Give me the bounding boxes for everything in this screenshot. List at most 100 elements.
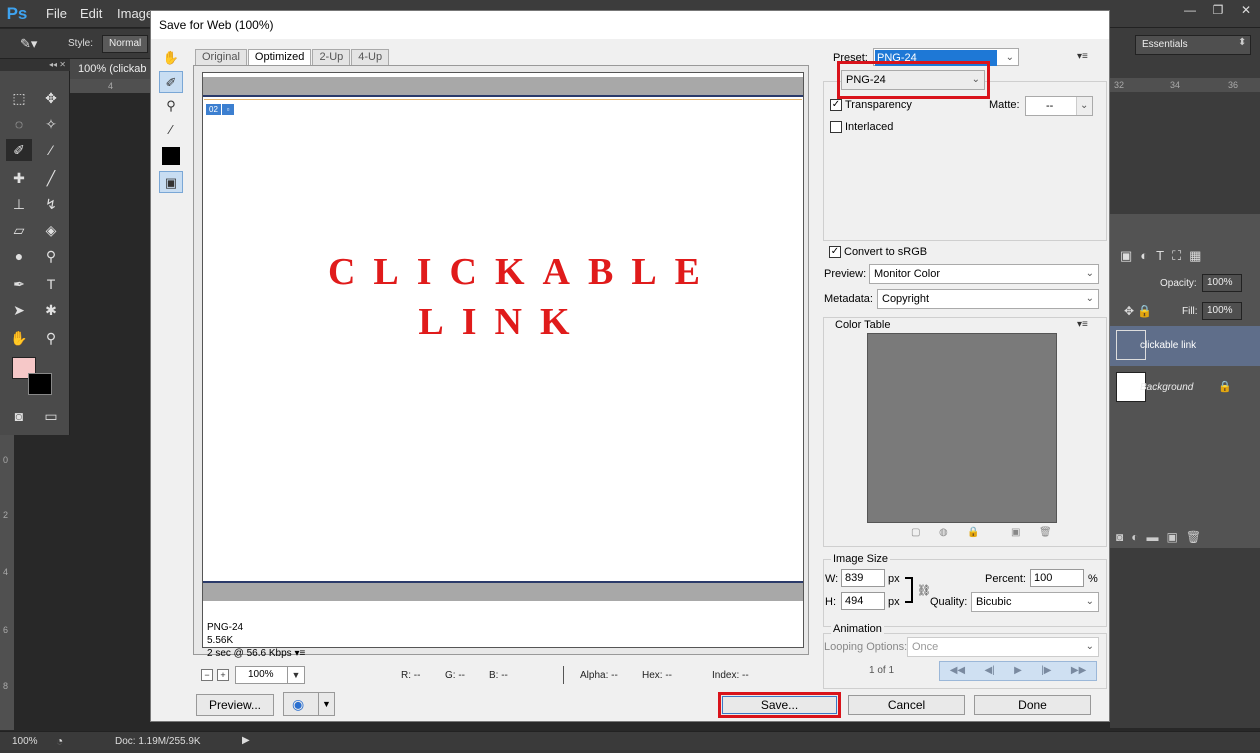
browser-preview-button[interactable]: ◉ ▼ bbox=[283, 692, 335, 716]
preview-button[interactable]: Preview... bbox=[196, 694, 274, 716]
zoom-tool-icon[interactable]: ⚲ bbox=[38, 327, 64, 349]
stamp-tool-icon[interactable]: ⊥ bbox=[6, 193, 32, 215]
zoom-tool-icon[interactable]: ⚲ bbox=[159, 95, 183, 117]
last-frame-icon[interactable]: ▶▶ bbox=[1071, 662, 1086, 680]
type-tool-icon[interactable]: T bbox=[38, 273, 64, 295]
menu-file[interactable]: File bbox=[46, 6, 67, 21]
delete-color-icon[interactable]: 🗑 bbox=[1039, 528, 1052, 538]
image-text-line2: LINK bbox=[418, 301, 588, 343]
zoom-in-button[interactable]: + bbox=[217, 669, 229, 681]
zoom-out-button[interactable]: − bbox=[201, 669, 213, 681]
brush-icon[interactable]: ╱ bbox=[38, 167, 64, 189]
cancel-button[interactable]: Cancel bbox=[848, 695, 965, 715]
lock-icons[interactable]: ✥ 🔒 bbox=[1124, 304, 1152, 318]
lock-color-icon[interactable]: 🔒 bbox=[967, 528, 979, 538]
workspace-select[interactable]: Essentials bbox=[1135, 35, 1251, 55]
dodge-tool-icon[interactable]: ⚲ bbox=[38, 245, 64, 267]
matte-select[interactable]: -- ⌄ bbox=[1025, 96, 1093, 116]
interlaced-checkbox[interactable] bbox=[830, 121, 842, 133]
width-unit: px bbox=[888, 573, 900, 585]
screen-mode-icon[interactable]: ▭ bbox=[38, 405, 64, 427]
layer-filter-icons[interactable]: ▣◐T⛶▦ bbox=[1120, 248, 1209, 264]
brush-tool-icon[interactable]: ✎▾ bbox=[20, 36, 37, 52]
layer-name: clickable link bbox=[1140, 340, 1197, 351]
chevron-down-icon[interactable]: ▼ bbox=[318, 693, 334, 715]
color-table-swatches[interactable] bbox=[867, 333, 1057, 523]
quick-select-icon[interactable]: ✧ bbox=[38, 113, 64, 135]
lasso-tool-icon[interactable]: ◌ bbox=[6, 113, 32, 135]
chain-link-icon[interactable]: ⛓ bbox=[917, 584, 931, 597]
style-select[interactable]: Normal bbox=[102, 35, 148, 53]
path-select-icon[interactable]: ➤ bbox=[6, 299, 32, 321]
done-button[interactable]: Done bbox=[974, 695, 1091, 715]
slice-select-tool-icon[interactable]: ✐ bbox=[159, 71, 183, 93]
tab-4-up[interactable]: 4-Up bbox=[351, 49, 390, 65]
tab-optimized[interactable]: Optimized bbox=[247, 49, 312, 65]
play-icon[interactable]: ▶ bbox=[1014, 662, 1022, 680]
map-color-icon[interactable]: ▢ bbox=[911, 528, 921, 538]
layer-row-background[interactable]: Background 🔒 bbox=[1110, 368, 1260, 408]
slice-tool-icon[interactable]: ✐ bbox=[6, 139, 32, 161]
healing-tool-icon[interactable]: ✚ bbox=[6, 167, 32, 189]
fill-field[interactable]: 100% bbox=[1202, 302, 1242, 320]
web-snap-icon[interactable]: ◍ bbox=[939, 528, 949, 538]
pen-tool-icon[interactable]: ✒ bbox=[6, 273, 32, 295]
slice-link-icon: ▫ bbox=[222, 104, 234, 115]
percent-label: Percent: bbox=[985, 573, 1026, 585]
eyedropper-tool-icon[interactable]: ⁄ bbox=[159, 119, 183, 141]
transparency-checkbox[interactable]: ✓ bbox=[830, 99, 842, 111]
eyedropper-color-swatch[interactable] bbox=[159, 147, 183, 169]
width-input[interactable]: 839 bbox=[841, 569, 885, 587]
new-color-icon[interactable]: ▣ bbox=[1011, 528, 1021, 538]
convert-srgb-label: Convert to sRGB bbox=[844, 246, 928, 258]
chevron-down-icon: ⌄ bbox=[1005, 52, 1014, 63]
height-input[interactable]: 494 bbox=[841, 592, 885, 610]
image-canvas[interactable]: 02 ▫ CLICKABLE LINK bbox=[204, 99, 802, 583]
eraser-tool-icon[interactable]: ▱ bbox=[6, 219, 32, 241]
close-icon[interactable]: ✕ bbox=[1232, 0, 1260, 20]
chevron-down-icon[interactable]: ▼ bbox=[287, 667, 304, 683]
save-button[interactable]: Save... bbox=[718, 692, 841, 718]
ruler-tick-label: 8 bbox=[3, 681, 9, 691]
blur-tool-icon[interactable]: ● bbox=[6, 245, 32, 267]
status-zoom[interactable]: 100% bbox=[12, 736, 38, 747]
marquee-tool-icon[interactable]: ⬚ bbox=[6, 87, 32, 109]
convert-srgb-checkbox[interactable]: ✓ bbox=[829, 246, 841, 258]
ruler-tick-label: 4 bbox=[108, 81, 114, 91]
status-menu-arrow-icon[interactable]: ▶ bbox=[242, 735, 250, 746]
first-frame-icon[interactable]: ◀◀ bbox=[950, 662, 965, 680]
layer-row-clickable-link[interactable]: clickable link bbox=[1110, 326, 1260, 366]
menu-edit[interactable]: Edit bbox=[80, 6, 102, 21]
history-brush-icon[interactable]: ↯ bbox=[38, 193, 64, 215]
opacity-field[interactable]: 100% bbox=[1202, 274, 1242, 292]
prev-frame-icon[interactable]: ◀| bbox=[984, 662, 994, 680]
format-select[interactable]: PNG-24 ⌄ bbox=[841, 70, 985, 90]
restore-icon[interactable]: ❐ bbox=[1204, 0, 1232, 20]
metadata-select[interactable]: Copyright ⌄ bbox=[877, 289, 1099, 309]
hand-tool-icon[interactable]: ✋ bbox=[6, 327, 32, 349]
layer-action-icons[interactable]: ◙◐▬▣🗑 bbox=[1116, 530, 1209, 544]
looping-select[interactable]: Once ⌄ bbox=[907, 637, 1099, 657]
background-color-swatch[interactable] bbox=[28, 373, 52, 395]
menu-image[interactable]: Image bbox=[117, 6, 153, 21]
toggle-slices-icon[interactable]: ▣ bbox=[159, 171, 183, 193]
tab-original[interactable]: Original bbox=[195, 49, 247, 65]
document-tab[interactable]: 100% (clickab bbox=[70, 59, 160, 79]
eyedropper-tool-icon[interactable]: ⁄ bbox=[38, 139, 64, 161]
color-table-menu-icon[interactable]: ▾≡ bbox=[1077, 319, 1088, 330]
quick-mask-icon[interactable]: ◙ bbox=[6, 405, 32, 427]
paint-bucket-icon[interactable]: ◈ bbox=[38, 219, 64, 241]
preview-select[interactable]: Monitor Color ⌄ bbox=[869, 264, 1099, 284]
menu-icon[interactable]: ▾≡ bbox=[294, 648, 305, 659]
next-frame-icon[interactable]: |▶ bbox=[1041, 662, 1051, 680]
image-preview-pane[interactable]: 02 ▫ CLICKABLE LINK PNG-24 5.56K 2 sec @… bbox=[202, 72, 804, 659]
right-ruler: 32 34 36 bbox=[1110, 78, 1260, 92]
minimize-icon[interactable]: — bbox=[1176, 0, 1204, 20]
hand-tool-icon[interactable]: ✋ bbox=[159, 47, 183, 69]
quality-select[interactable]: Bicubic ⌄ bbox=[971, 592, 1099, 612]
tab-2-up[interactable]: 2-Up bbox=[312, 49, 351, 65]
settings-menu-icon[interactable]: ▾≡ bbox=[1077, 51, 1088, 62]
move-tool-icon[interactable]: ✥ bbox=[38, 87, 64, 109]
shape-tool-icon[interactable]: ✱ bbox=[38, 299, 64, 321]
percent-input[interactable]: 100 bbox=[1030, 569, 1084, 587]
